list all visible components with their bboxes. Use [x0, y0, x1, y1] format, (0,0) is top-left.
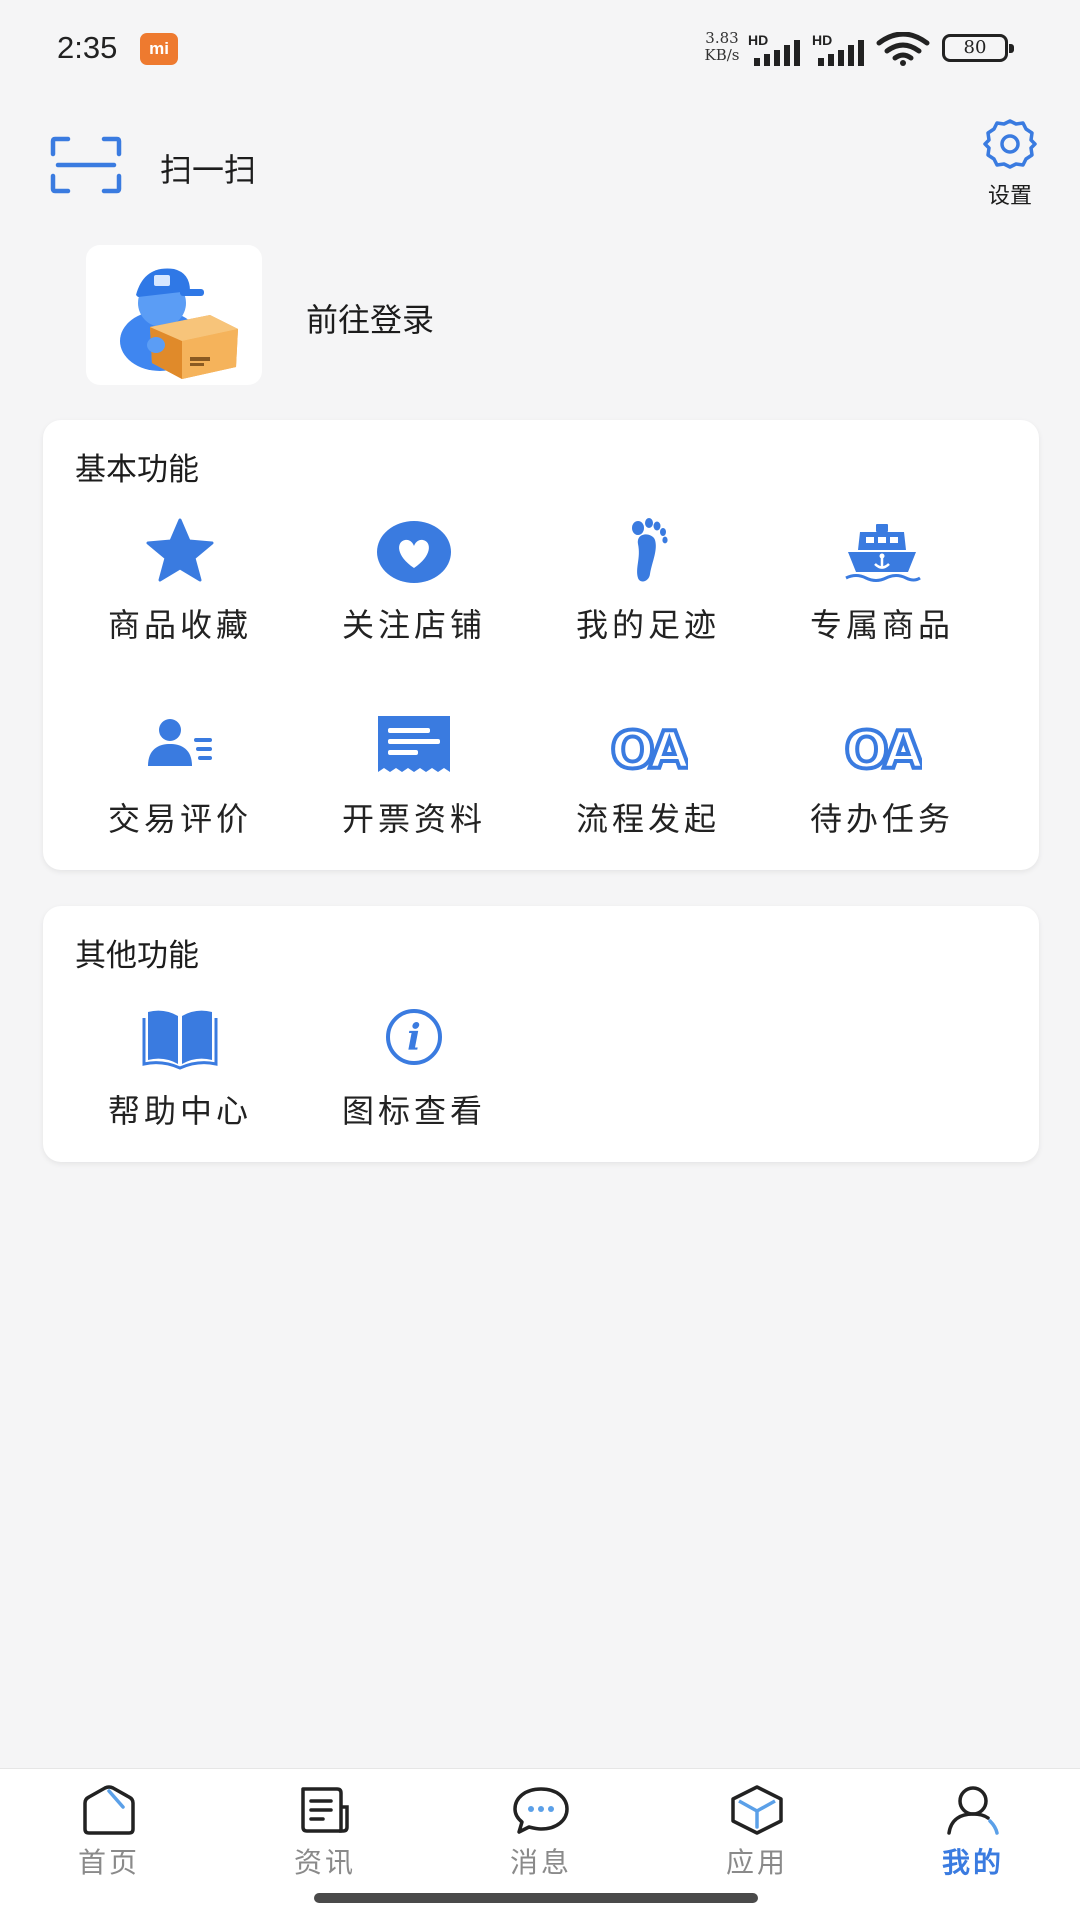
nav-home[interactable]: 首页 — [44, 1783, 174, 1893]
wifi-icon — [876, 32, 930, 66]
exclusive-goods-label: 专属商品 — [809, 606, 954, 644]
start-process-item[interactable]: OA 流程发起 — [531, 710, 765, 860]
nav-messages[interactable]: 消息 — [476, 1783, 606, 1893]
info-icon: i — [386, 1009, 442, 1065]
start-process-label: 流程发起 — [575, 800, 720, 838]
home-icon — [83, 1785, 135, 1835]
invoice-info-label: 开票资料 — [341, 800, 486, 838]
nav-news[interactable]: 资讯 — [260, 1783, 390, 1893]
sim2-signal-icon: HD — [812, 32, 868, 66]
svg-text:OA: OA — [844, 721, 922, 780]
battery-icon: 80 — [942, 34, 1014, 62]
settings-label: 设置 — [987, 184, 1032, 209]
invoice-info-item[interactable]: 开票资料 — [297, 710, 531, 860]
star-icon — [146, 518, 214, 582]
user-review-icon — [148, 719, 212, 766]
oa-icon: OA — [842, 719, 922, 780]
nav-messages-label: 消息 — [509, 1846, 572, 1879]
message-icon — [513, 1787, 569, 1834]
scan-icon[interactable] — [50, 136, 122, 194]
favorites-item[interactable]: 商品收藏 — [63, 516, 297, 666]
network-speed-value: 3.83 — [705, 29, 739, 47]
footprint-icon — [632, 518, 668, 582]
nav-apps[interactable]: 应用 — [692, 1783, 822, 1893]
reviews-item[interactable]: 交易评价 — [63, 710, 297, 860]
icon-viewer-item[interactable]: i 图标查看 — [297, 1002, 531, 1152]
scan-label[interactable]: 扫一扫 — [160, 145, 256, 191]
sim1-signal-icon: HD — [748, 32, 804, 66]
footprint-label: 我的足迹 — [575, 606, 720, 644]
mi-notification-icon: mi — [140, 33, 178, 65]
nav-news-label: 资讯 — [293, 1846, 356, 1879]
home-indicator[interactable] — [314, 1893, 758, 1903]
book-icon — [142, 1010, 218, 1070]
todo-tasks-item[interactable]: OA 待办任务 — [765, 710, 999, 860]
exclusive-goods-item[interactable]: 专属商品 — [765, 516, 999, 666]
nav-home-label: 首页 — [77, 1846, 140, 1879]
box-icon — [731, 1785, 783, 1835]
todo-tasks-label: 待办任务 — [809, 800, 954, 838]
nav-apps-label: 应用 — [725, 1846, 788, 1879]
network-speed-unit: KB/s — [704, 46, 740, 64]
person-icon — [947, 1786, 999, 1835]
news-icon — [301, 1787, 349, 1833]
svg-text:OA: OA — [610, 721, 688, 780]
avatar[interactable] — [86, 245, 262, 385]
receipt-icon — [378, 716, 450, 772]
other-features-card: 其他功能 帮助中心 i 图标查看 — [43, 906, 1039, 1162]
reviews-label: 交易评价 — [107, 800, 252, 838]
icon-viewer-label: 图标查看 — [341, 1092, 486, 1130]
status-bar: 2:35 mi 3.83 KB/s HD HD 80 — [0, 0, 1080, 100]
other-features-title: 其他功能 — [75, 938, 199, 974]
nav-mine[interactable]: 我的 — [908, 1783, 1038, 1893]
courier-avatar-icon — [120, 268, 238, 379]
status-time: 2:35 — [57, 30, 118, 65]
heart-icon — [377, 521, 451, 583]
gear-icon — [983, 119, 1037, 169]
followed-stores-label: 关注店铺 — [341, 606, 486, 644]
followed-stores-item[interactable]: 关注店铺 — [297, 516, 531, 666]
ship-anchor-icon — [845, 524, 921, 582]
basic-features-card: 基本功能 商品收藏 关注店铺 我的足迹 专属商品 交易评价 开票资料 OA 流程… — [43, 420, 1039, 870]
nav-mine-label: 我的 — [941, 1846, 1004, 1879]
network-speed: 3.83 KB/s — [700, 30, 744, 64]
help-center-label: 帮助中心 — [107, 1092, 252, 1130]
login-link[interactable]: 前往登录 — [306, 295, 434, 341]
help-center-item[interactable]: 帮助中心 — [63, 1002, 297, 1152]
svg-text:i: i — [407, 1017, 421, 1059]
footprint-item[interactable]: 我的足迹 — [531, 516, 765, 666]
favorites-label: 商品收藏 — [107, 606, 252, 644]
battery-level: 80 — [963, 37, 987, 58]
oa-icon: OA — [608, 719, 688, 780]
basic-features-title: 基本功能 — [75, 452, 199, 488]
settings-button[interactable]: 设置 — [970, 118, 1050, 210]
